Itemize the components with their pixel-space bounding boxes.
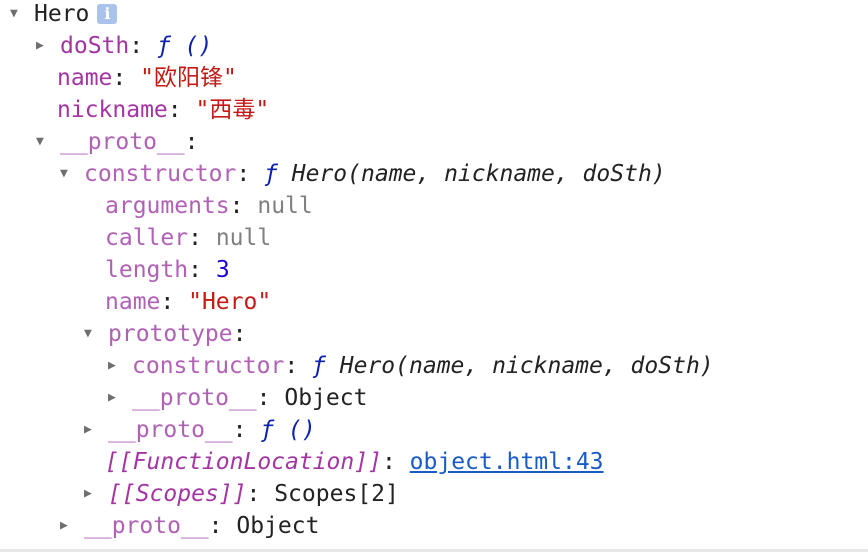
number-value: 3 xyxy=(215,257,230,283)
colon: : xyxy=(112,65,127,91)
tree-row-outer-proto[interactable]: ▶ __proto__: Object xyxy=(60,510,319,542)
colon: : xyxy=(381,449,396,475)
function-marker: ƒ xyxy=(264,161,278,187)
colon: : xyxy=(184,129,199,155)
property-key: length xyxy=(105,257,189,283)
colon: : xyxy=(256,385,271,411)
property-key: __proto__ xyxy=(84,513,209,539)
property-key: nickname xyxy=(57,97,168,123)
property-key: arguments xyxy=(105,193,230,219)
function-value: ƒ () xyxy=(260,417,316,443)
tree-row-nickname: nickname: "西毒" xyxy=(57,94,269,126)
scopes-value: Scopes[2] xyxy=(274,481,399,507)
property-key: caller xyxy=(105,225,189,251)
colon: : xyxy=(232,417,247,443)
property-key: doSth xyxy=(60,33,130,59)
property-key: prototype xyxy=(108,321,233,347)
null-value: null xyxy=(215,225,272,251)
object-value: Object xyxy=(284,385,368,411)
root-object-name: Hero xyxy=(34,1,90,27)
property-key: __proto__ xyxy=(60,129,185,155)
collapsed-triangle-icon[interactable]: ▶ xyxy=(84,414,102,446)
colon: : xyxy=(129,33,144,59)
colon: : xyxy=(160,289,175,315)
colon: : xyxy=(188,257,202,283)
tree-row-length: length: 3 xyxy=(105,254,230,286)
colon: : xyxy=(188,225,202,251)
function-marker: ƒ xyxy=(312,353,326,379)
colon: : xyxy=(232,321,247,347)
tree-row-root[interactable]: ▼ Hero i xyxy=(10,0,118,30)
tree-row-function-name: name: "Hero" xyxy=(105,286,271,318)
colon: : xyxy=(208,513,223,539)
expanded-triangle-icon[interactable]: ▼ xyxy=(60,158,78,190)
collapsed-triangle-icon[interactable]: ▶ xyxy=(84,478,102,510)
tree-row-function-location: [[FunctionLocation]]: object.html:43 xyxy=(105,446,604,478)
null-value: null xyxy=(257,193,313,219)
tree-row-function-proto[interactable]: ▶ __proto__: ƒ () xyxy=(84,414,316,446)
internal-property-key: [[Scopes]] xyxy=(108,481,247,507)
source-location-link[interactable]: object.html:43 xyxy=(410,446,604,478)
tree-row-name: name: "欧阳锋" xyxy=(57,62,237,94)
collapsed-triangle-icon[interactable]: ▶ xyxy=(36,30,54,62)
tree-row-caller: caller: null xyxy=(105,222,271,254)
colon: : xyxy=(284,353,299,379)
tree-row-constructor[interactable]: ▼ constructor: ƒ Hero(name, nickname, do… xyxy=(60,158,666,190)
property-key: constructor xyxy=(132,353,285,379)
console-object-tree: ▼ Hero i ▶ doSth: ƒ () name: "欧阳锋" nickn… xyxy=(0,0,868,552)
tree-row-proto[interactable]: ▼ __proto__: xyxy=(36,126,198,158)
collapsed-triangle-icon[interactable]: ▶ xyxy=(60,510,78,542)
colon: : xyxy=(229,193,244,219)
tree-row-prototype-proto[interactable]: ▶ __proto__: Object xyxy=(108,382,367,414)
function-signature: Hero(name, nickname, doSth) xyxy=(339,353,714,379)
property-key: name xyxy=(57,65,113,91)
tree-row-doSth[interactable]: ▶ doSth: ƒ () xyxy=(36,30,212,62)
property-key: __proto__ xyxy=(132,385,257,411)
function-signature: Hero(name, nickname, doSth) xyxy=(291,161,666,187)
collapsed-triangle-icon[interactable]: ▶ xyxy=(108,350,126,382)
expanded-triangle-icon[interactable]: ▼ xyxy=(36,126,54,158)
expanded-triangle-icon[interactable]: ▼ xyxy=(84,318,102,350)
colon: : xyxy=(167,97,182,123)
tree-row-prototype-constructor[interactable]: ▶ constructor: ƒ Hero(name, nickname, do… xyxy=(108,350,714,382)
string-value: "Hero" xyxy=(188,289,272,315)
colon: : xyxy=(236,161,251,187)
string-value: "西毒" xyxy=(195,97,270,123)
info-icon[interactable]: i xyxy=(97,4,118,24)
tree-row-prototype[interactable]: ▼ prototype: xyxy=(84,318,246,350)
function-value: ƒ () xyxy=(156,33,213,59)
string-value: "欧阳锋" xyxy=(140,65,237,91)
property-key: __proto__ xyxy=(108,417,233,443)
property-key: name xyxy=(105,289,161,315)
internal-property-key: [[FunctionLocation]] xyxy=(105,449,382,475)
collapsed-triangle-icon[interactable]: ▶ xyxy=(108,382,126,414)
expanded-triangle-icon[interactable]: ▼ xyxy=(10,0,28,30)
tree-row-scopes[interactable]: ▶ [[Scopes]]: Scopes[2] xyxy=(84,478,399,510)
property-key: constructor xyxy=(84,161,237,187)
object-value: Object xyxy=(236,513,320,539)
colon: : xyxy=(246,481,261,507)
tree-row-arguments: arguments: null xyxy=(105,190,313,222)
